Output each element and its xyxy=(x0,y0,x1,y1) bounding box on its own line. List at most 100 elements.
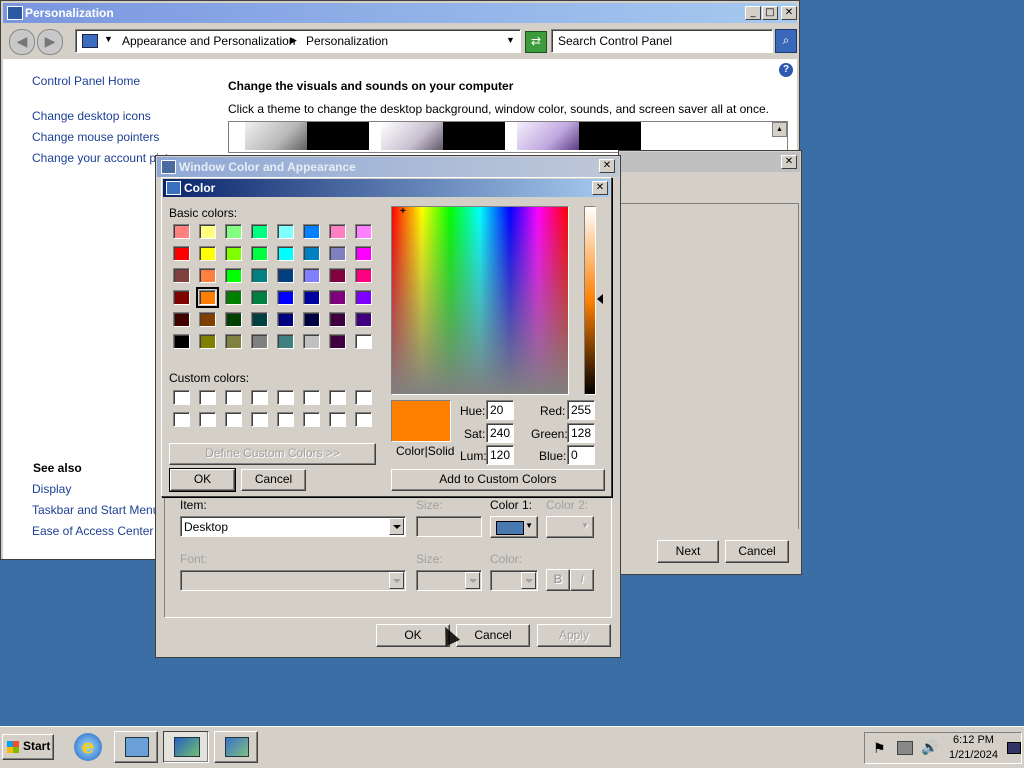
color-spectrum[interactable]: + xyxy=(391,206,569,395)
close-button[interactable]: ✕ xyxy=(592,181,608,195)
basic-color-swatch[interactable] xyxy=(355,312,372,327)
custom-color-swatch[interactable] xyxy=(277,390,294,405)
basic-color-swatch[interactable] xyxy=(173,290,190,305)
maximize-button[interactable]: □ xyxy=(762,6,778,20)
crosshair-icon[interactable]: + xyxy=(400,207,406,217)
custom-color-swatch[interactable] xyxy=(329,412,346,427)
basic-color-swatch[interactable] xyxy=(329,312,346,327)
custom-color-swatch[interactable] xyxy=(199,412,216,427)
network-icon[interactable] xyxy=(897,741,913,755)
basic-color-swatch[interactable] xyxy=(251,224,268,239)
chevron-down-icon[interactable] xyxy=(389,518,404,535)
clock-date[interactable]: 1/21/2024 xyxy=(949,749,998,761)
basic-color-swatch[interactable] xyxy=(277,290,294,305)
basic-color-swatch[interactable] xyxy=(173,268,190,283)
basic-color-swatch[interactable] xyxy=(303,334,320,349)
basic-color-swatch[interactable] xyxy=(251,246,268,261)
display-link[interactable]: Display xyxy=(32,482,71,496)
basic-color-swatch[interactable] xyxy=(329,290,346,305)
basic-color-swatch[interactable] xyxy=(173,334,190,349)
lum-input[interactable]: 120 xyxy=(486,445,514,465)
basic-color-swatch[interactable] xyxy=(303,268,320,283)
custom-color-swatch[interactable] xyxy=(329,390,346,405)
basic-color-swatch[interactable] xyxy=(277,312,294,327)
custom-color-swatch[interactable] xyxy=(173,412,190,427)
show-desktop-icon[interactable] xyxy=(1007,742,1021,754)
basic-color-swatch[interactable] xyxy=(225,224,242,239)
custom-color-swatch[interactable] xyxy=(251,412,268,427)
basic-color-swatch[interactable] xyxy=(355,268,372,283)
color1-picker-button[interactable]: ▼ xyxy=(490,516,538,538)
ease-of-access-link[interactable]: Ease of Access Center xyxy=(32,524,153,538)
item-dropdown[interactable]: Desktop xyxy=(180,516,406,537)
red-input[interactable]: 255 xyxy=(567,400,595,420)
basic-color-swatch[interactable] xyxy=(329,224,346,239)
back-button[interactable]: ◀ xyxy=(9,29,35,55)
basic-color-swatch[interactable] xyxy=(329,334,346,349)
basic-color-swatch[interactable] xyxy=(225,290,242,305)
custom-color-swatch[interactable] xyxy=(303,390,320,405)
basic-color-swatch[interactable] xyxy=(303,246,320,261)
custom-color-swatch[interactable] xyxy=(251,390,268,405)
theme-thumbnail[interactable] xyxy=(443,122,505,150)
theme-thumbnail[interactable] xyxy=(245,122,307,150)
basic-color-swatch[interactable] xyxy=(196,287,219,308)
custom-color-swatch[interactable] xyxy=(277,412,294,427)
window-color-taskbar-button[interactable] xyxy=(214,731,258,763)
luminosity-arrow-icon[interactable] xyxy=(597,294,603,304)
blue-input[interactable]: 0 xyxy=(567,445,595,465)
basic-color-swatch[interactable] xyxy=(277,224,294,239)
scroll-up-button[interactable]: ▲ xyxy=(772,122,787,137)
basic-color-swatch[interactable] xyxy=(251,312,268,327)
basic-color-swatch[interactable] xyxy=(251,268,268,283)
basic-color-swatch[interactable] xyxy=(355,290,372,305)
custom-color-swatch[interactable] xyxy=(355,390,372,405)
color-cancel-button[interactable]: Cancel xyxy=(241,469,306,491)
basic-color-swatch[interactable] xyxy=(225,312,242,327)
breadcrumb-arrow-icon[interactable]: ▶ xyxy=(290,35,297,46)
custom-color-swatch[interactable] xyxy=(225,390,242,405)
basic-color-swatch[interactable] xyxy=(225,334,242,349)
color-ok-button[interactable]: OK xyxy=(169,468,236,492)
breadcrumb-personalization[interactable]: Personalization xyxy=(306,34,388,48)
basic-color-swatch[interactable] xyxy=(173,246,190,261)
wca-ok-button[interactable]: OK xyxy=(376,624,450,647)
help-icon[interactable]: ? xyxy=(779,63,793,77)
theme-thumbnail[interactable] xyxy=(381,122,443,150)
basic-color-swatch[interactable] xyxy=(173,224,190,239)
basic-color-swatch[interactable] xyxy=(251,334,268,349)
basic-color-swatch[interactable] xyxy=(199,246,216,261)
custom-color-swatch[interactable] xyxy=(303,412,320,427)
address-dropdown-icon[interactable]: ▼ xyxy=(506,35,515,45)
close-button[interactable]: ✕ xyxy=(781,6,797,20)
basic-color-swatch[interactable] xyxy=(199,224,216,239)
basic-color-swatch[interactable] xyxy=(355,246,372,261)
taskbar-start-menu-link[interactable]: Taskbar and Start Menu xyxy=(32,503,159,517)
add-to-custom-colors-button[interactable]: Add to Custom Colors xyxy=(391,469,605,491)
sat-input[interactable]: 240 xyxy=(486,423,514,443)
custom-color-swatch[interactable] xyxy=(173,390,190,405)
flag-icon[interactable]: ⚑ xyxy=(873,740,886,757)
custom-color-swatch[interactable] xyxy=(225,412,242,427)
custom-color-swatch[interactable] xyxy=(199,390,216,405)
internet-explorer-icon[interactable]: e xyxy=(74,733,102,761)
basic-color-swatch[interactable] xyxy=(355,334,372,349)
green-input[interactable]: 128 xyxy=(567,423,595,443)
basic-color-swatch[interactable] xyxy=(303,312,320,327)
theme-list[interactable]: ▲ xyxy=(228,121,788,153)
theme-thumbnail[interactable] xyxy=(307,122,369,150)
basic-color-swatch[interactable] xyxy=(225,246,242,261)
basic-color-swatch[interactable] xyxy=(303,290,320,305)
custom-color-swatch[interactable] xyxy=(355,412,372,427)
luminosity-bar[interactable] xyxy=(584,206,596,395)
theme-thumbnail[interactable] xyxy=(517,122,579,150)
forward-button[interactable]: ▶ xyxy=(37,29,63,55)
server-manager-taskbar-button[interactable] xyxy=(114,731,158,763)
basic-color-swatch[interactable] xyxy=(329,268,346,283)
hue-input[interactable]: 20 xyxy=(486,400,514,420)
search-input[interactable]: Search Control Panel xyxy=(551,29,773,53)
volume-icon[interactable]: 🔊 xyxy=(921,739,938,756)
basic-color-swatch[interactable] xyxy=(173,312,190,327)
personalization-taskbar-button[interactable] xyxy=(163,731,209,763)
start-button[interactable]: Start xyxy=(2,734,54,760)
